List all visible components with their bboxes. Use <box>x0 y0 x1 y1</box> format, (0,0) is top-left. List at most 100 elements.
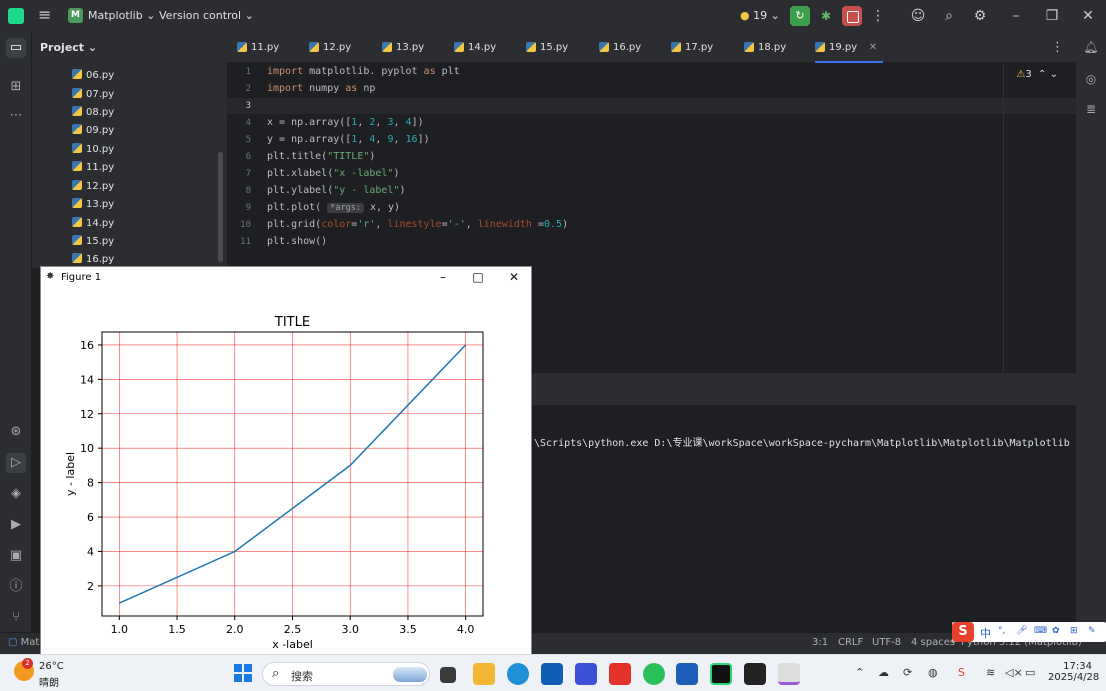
line-separator[interactable]: CRLF <box>838 637 863 648</box>
file-item[interactable]: 13.py <box>72 196 114 214</box>
terminal-taskbar-icon[interactable] <box>744 663 766 685</box>
minimize-icon[interactable]: – <box>433 269 453 285</box>
wps-icon[interactable] <box>609 663 631 685</box>
line-chart: 1.0 1.5 2.0 2.5 3.0 3.5 4.0246810121416 TITLE … <box>64 315 484 651</box>
file-item[interactable]: 14.py <box>72 215 114 233</box>
battery-icon[interactable]: ▭ <box>1025 666 1035 679</box>
close-icon[interactable]: ✕ <box>504 269 524 285</box>
python-packages-icon[interactable]: ⊛ <box>6 422 26 442</box>
microphone-icon[interactable]: 🎤︎ <box>1016 626 1027 638</box>
skin-icon[interactable]: ✿ <box>1052 626 1062 638</box>
ime-mode[interactable]: 中 <box>980 625 991 641</box>
close-icon[interactable]: ✕ <box>1080 7 1096 25</box>
pycharm-taskbar-icon[interactable] <box>710 663 732 685</box>
search-icon: ⌕ <box>272 666 280 681</box>
volume-icon[interactable]: ◁× <box>1005 666 1023 679</box>
search-icon[interactable]: ⌕ <box>941 7 957 25</box>
security-icon[interactable]: ◍ <box>928 666 938 679</box>
rerun-button[interactable]: ↻ <box>790 6 810 26</box>
services-icon[interactable]: ▶ <box>6 515 26 535</box>
stop-button[interactable] <box>842 6 862 26</box>
problems-icon[interactable]: ⓘ <box>6 577 26 597</box>
file-item[interactable]: 12.py <box>72 178 114 196</box>
project-selector[interactable]: Matplotlib ⌄ <box>88 9 155 22</box>
notifications-icon[interactable]: 🔔︎ <box>1082 38 1100 56</box>
file-item[interactable]: 10.py <box>72 141 114 159</box>
tab-close-icon[interactable]: ✕ <box>869 32 877 63</box>
wifi-icon[interactable]: ≋ <box>986 666 995 679</box>
tab-14[interactable]: 14.py <box>454 32 496 63</box>
file-explorer-icon[interactable] <box>473 663 495 685</box>
tab-18[interactable]: 18.py <box>744 32 786 63</box>
punctuation-icon[interactable]: °, <box>998 626 1008 638</box>
python-file-icon <box>72 235 82 245</box>
file-name: 10.py <box>86 144 115 155</box>
more-tools-icon[interactable]: ⋯ <box>6 106 26 126</box>
gear-icon[interactable]: ⚙ <box>972 7 988 25</box>
terminal-icon[interactable]: ▣ <box>6 546 26 566</box>
file-item[interactable]: 15.py <box>72 233 114 251</box>
layers-icon[interactable]: ◈ <box>6 484 26 504</box>
tab-15[interactable]: 15.py <box>526 32 568 63</box>
maximize-icon[interactable]: ❐ <box>1044 7 1060 25</box>
sync-icon[interactable]: ⟳ <box>903 666 912 679</box>
file-encoding[interactable]: UTF-8 <box>872 637 901 648</box>
version-control-menu[interactable]: Version control ⌄ <box>159 9 254 22</box>
inspection-widget[interactable]: ⚠3 ⌃ ⌄ <box>1016 69 1058 80</box>
file-item[interactable]: 11.py <box>72 159 114 177</box>
figure-window[interactable]: ✸ Figure 1 – □ ✕ 1.0 1.5 2.0 2.5 3.0 3.5 4.0 2 4… <box>40 266 532 658</box>
sogou-tray-icon[interactable]: S <box>958 666 965 679</box>
onedrive-icon[interactable]: ☁ <box>878 666 889 679</box>
x-tick-label: 4.0 <box>457 623 475 636</box>
tab-options-icon[interactable]: ⋮ <box>1051 40 1064 55</box>
tab-12[interactable]: 12.py <box>309 32 351 63</box>
matplotlib-taskbar-icon[interactable] <box>778 663 800 685</box>
debug-button[interactable]: ✱ <box>817 6 835 26</box>
pen-app-icon[interactable] <box>575 663 597 685</box>
tab-16[interactable]: 16.py <box>599 32 641 63</box>
file-item[interactable]: 07.py <box>72 86 114 104</box>
task-view-icon[interactable] <box>440 667 456 683</box>
caret-position[interactable]: 3:1 <box>812 637 828 648</box>
settings-icon[interactable]: ✎ <box>1088 626 1098 638</box>
windows-start-icon[interactable] <box>234 664 252 682</box>
structure-icon[interactable]: ⊞ <box>6 77 26 97</box>
toolbox-icon[interactable]: ⊞ <box>1070 626 1080 638</box>
file-item[interactable]: 09.py <box>72 122 114 140</box>
file-item[interactable]: 08.py <box>72 104 114 122</box>
tab-17[interactable]: 17.py <box>671 32 713 63</box>
git-icon[interactable]: ⑂ <box>6 608 26 628</box>
edge-icon[interactable] <box>507 663 529 685</box>
more-actions-icon[interactable]: ⋮ <box>870 7 886 25</box>
maximize-icon[interactable]: □ <box>468 269 488 285</box>
tab-11[interactable]: 11.py <box>237 32 279 63</box>
file-item[interactable]: 06.py <box>72 67 114 85</box>
run-console[interactable]: \Scripts\python.exe D:\专业课\workSpace\wor… <box>532 405 1076 625</box>
indent-setting[interactable]: 4 spaces <box>911 637 955 648</box>
tab-label: 17.py <box>685 42 714 53</box>
word-icon[interactable] <box>676 663 698 685</box>
tab-label: 19.py <box>829 42 858 53</box>
taskbar-search[interactable]: ⌕ 搜索 <box>262 662 430 686</box>
main-menu-icon[interactable]: ≡ <box>38 7 54 23</box>
database-icon[interactable]: ≣ <box>1082 100 1100 118</box>
module-icon: ▢ <box>8 637 18 648</box>
temperature[interactable]: 26°C <box>39 661 64 672</box>
folder-icon[interactable]: ▭ <box>6 38 26 58</box>
wechat-icon[interactable] <box>643 663 665 685</box>
ai-assistant-icon[interactable]: ◎ <box>1082 70 1100 88</box>
keyboard-icon[interactable]: ⌨ <box>1034 626 1047 638</box>
minimize-icon[interactable]: – <box>1008 7 1024 25</box>
tray-overflow-icon[interactable]: ⌃ <box>855 666 864 679</box>
add-user-icon[interactable]: ☺ <box>910 7 926 25</box>
project-scrollbar[interactable] <box>218 152 223 262</box>
sogou-logo-icon[interactable]: S <box>952 622 974 642</box>
tab-13[interactable]: 13.py <box>382 32 424 63</box>
run-config-selector[interactable]: ● 19 ⌄ <box>740 9 780 22</box>
run-tool-icon[interactable]: ▷ <box>6 453 26 473</box>
store-icon[interactable] <box>541 663 563 685</box>
project-panel-header[interactable]: Project ⌄ <box>40 41 97 54</box>
tab-19[interactable]: 19.py ✕ <box>815 32 884 63</box>
system-clock[interactable]: 17:34 2025/4/28 <box>1048 661 1099 683</box>
weather-description[interactable]: 晴朗 <box>39 674 59 689</box>
